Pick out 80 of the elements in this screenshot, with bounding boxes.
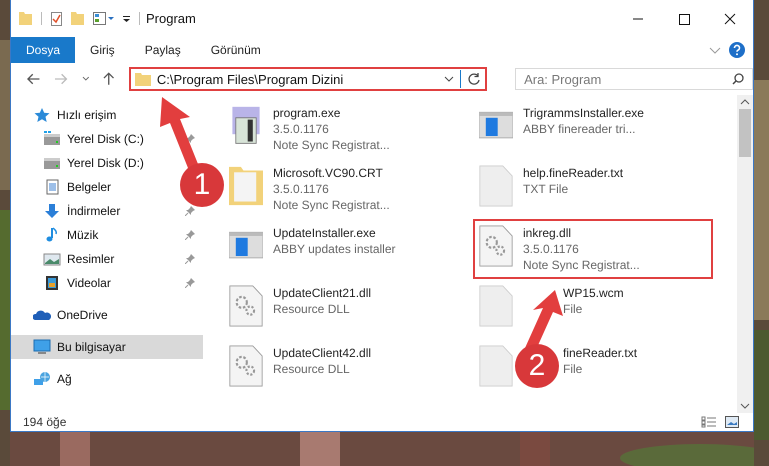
sidebar-item[interactable]: Videolar <box>67 276 111 290</box>
properties-icon[interactable] <box>93 12 114 25</box>
file-name: Microsoft.VC90.CRT <box>273 165 384 181</box>
picture-icon <box>43 251 61 267</box>
ribbon-tab[interactable]: Giriş <box>75 37 130 63</box>
file-name: WP15.wcm <box>563 285 624 301</box>
search-box[interactable]: Ara: Program <box>515 68 753 90</box>
file-detail: File <box>563 301 584 317</box>
sidebar-item[interactable]: Yerel Disk (D:) <box>67 156 144 170</box>
details-view-icon[interactable] <box>701 416 717 428</box>
download-arrow-icon <box>43 203 61 219</box>
scroll-down-icon[interactable] <box>740 403 750 409</box>
sidebar-item[interactable]: Bu bilgisayar <box>11 335 203 359</box>
file-name: UpdateInstaller.exe <box>273 225 377 241</box>
scroll-up-icon[interactable] <box>740 99 750 105</box>
scrollbar[interactable] <box>737 95 753 413</box>
file-detail: TXT File <box>523 181 570 197</box>
separator <box>460 70 462 88</box>
pin-icon[interactable] <box>185 206 195 216</box>
sidebar-item[interactable]: Müzik <box>67 228 98 242</box>
file-detail: File <box>563 361 584 377</box>
star-icon <box>33 107 51 123</box>
network-icon <box>33 371 51 387</box>
help-icon[interactable] <box>729 42 745 58</box>
large-icons-view-icon[interactable] <box>725 416 739 428</box>
item-count: 194 öğe <box>23 415 66 429</box>
file-detail: Note Sync Registrat... <box>523 257 640 273</box>
file-name: UpdateClient21.dll <box>273 285 372 301</box>
scrollbar-thumb[interactable] <box>739 109 751 157</box>
sidebar-item[interactable]: OneDrive <box>11 303 203 327</box>
pin-icon[interactable] <box>185 278 195 288</box>
folder-icon <box>134 72 151 86</box>
file-detail: Note Sync Registrat... <box>273 197 390 213</box>
file-detail: Resource DLL <box>273 361 351 377</box>
separator <box>41 12 42 25</box>
ribbon-tab[interactable]: Dosya <box>11 37 76 63</box>
refresh-icon[interactable] <box>467 72 482 86</box>
pin-icon[interactable] <box>185 254 195 264</box>
drive-icon <box>43 131 61 147</box>
sidebar-item[interactable]: Yerel Disk (C:) <box>67 132 144 146</box>
file-name: program.exe <box>273 105 342 121</box>
file-detail: Note Sync Registrat... <box>273 137 390 153</box>
film-icon <box>43 275 61 291</box>
sidebar-item[interactable]: Hızlı erişim <box>11 103 203 127</box>
step-number: 2 <box>528 349 546 383</box>
file-detail: 3.5.0.1176 <box>273 121 330 137</box>
file-detail: ABBY finereader tri... <box>523 121 636 137</box>
address-bar[interactable]: C:\Program Files\Program Dizini <box>128 67 488 91</box>
ribbon-tab[interactable]: Paylaş <box>130 37 196 63</box>
ribbon-tab[interactable]: Görünüm <box>196 37 276 63</box>
monitor-icon <box>33 339 51 355</box>
file-name: TrigrammsInstaller.exe <box>523 105 644 121</box>
file-name: fineReader.txt <box>563 345 638 361</box>
file-name: help.fineReader.txt <box>523 165 624 181</box>
file-name: inkreg.dll <box>523 225 572 241</box>
back-arrow-icon[interactable] <box>27 73 40 85</box>
checkmark-document-icon[interactable] <box>51 12 62 26</box>
separator <box>139 12 140 25</box>
chevron-down-icon[interactable] <box>444 76 454 82</box>
sidebar-item[interactable]: İndirmeler <box>67 204 120 218</box>
window-title: Program <box>146 11 196 26</box>
file-detail: Resource DLL <box>273 301 351 317</box>
gear-document-icon[interactable] <box>229 285 263 327</box>
step-number: 1 <box>192 168 212 202</box>
search-icon <box>732 73 744 85</box>
sidebar-item[interactable]: Belgeler <box>67 180 112 194</box>
caret-icon[interactable] <box>123 16 130 22</box>
chevron-down-icon[interactable] <box>82 76 90 82</box>
file-detail: 3.5.0.1176 <box>523 241 580 257</box>
up-arrow-icon[interactable] <box>103 72 115 86</box>
address-path: C:\Program Files\Program Dizini <box>156 72 344 86</box>
file-detail: 3.5.0.1176 <box>273 181 330 197</box>
file-name: UpdateClient42.dll <box>273 345 372 361</box>
gear-document-icon[interactable] <box>229 345 263 387</box>
file-detail: ABBY updates installer <box>273 241 396 257</box>
drive-icon <box>43 155 61 171</box>
pin-icon[interactable] <box>185 230 195 240</box>
sidebar-item[interactable]: Resimler <box>67 252 114 266</box>
sidebar-item[interactable]: Ağ <box>11 367 203 391</box>
gear-document-icon[interactable] <box>479 225 513 267</box>
